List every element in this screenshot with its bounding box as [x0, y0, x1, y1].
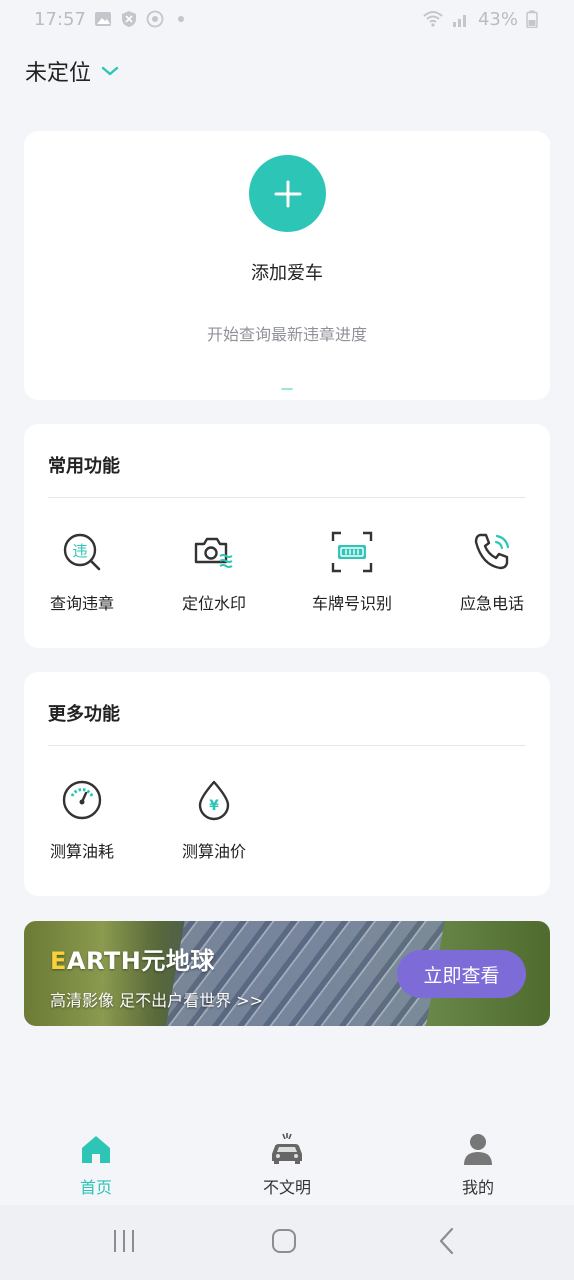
banner-title-rest: ARTH元地球 — [66, 947, 215, 975]
banner-view-button[interactable]: 立即查看 — [397, 950, 526, 998]
tab-label: 我的 — [461, 1178, 494, 1197]
notification-dot-icon — [177, 16, 184, 22]
gauge-icon — [62, 780, 102, 820]
banner-title: EARTH元地球 — [50, 941, 215, 976]
tab-uncivilized[interactable]: 不文明 — [227, 1132, 347, 1198]
tab-mine[interactable]: 我的 — [418, 1132, 538, 1198]
oil-drop-icon: ¥ — [198, 780, 230, 821]
system-nav-bar — [0, 1205, 574, 1280]
user-icon — [464, 1134, 492, 1165]
feature-fuel-price[interactable]: ¥ 测算油价 — [154, 778, 274, 862]
tab-label: 不文明 — [262, 1178, 311, 1197]
banner-title-initial: E — [50, 947, 67, 975]
common-features-title: 常用功能 — [48, 456, 120, 477]
home-button-icon[interactable] — [270, 1227, 298, 1255]
feature-location-watermark[interactable]: 定位水印 — [154, 530, 274, 614]
home-icon — [82, 1136, 110, 1163]
feature-violation-query[interactable]: 违 查询违章 — [22, 530, 142, 614]
tab-home[interactable]: 首页 — [36, 1132, 156, 1198]
shield-icon — [121, 11, 136, 27]
feature-fuel-consumption[interactable]: 测算油耗 — [22, 778, 142, 862]
plate-scan-icon — [331, 531, 373, 573]
divider — [48, 745, 526, 746]
feature-label: 查询违章 — [49, 594, 114, 613]
add-car-card: 添加爱车 开始查询最新违章进度 — [24, 131, 550, 400]
earth-banner[interactable]: EARTH元地球 高清影像 足不出户看世界 >> 立即查看 — [24, 921, 550, 1026]
camera-watermark-icon — [194, 537, 233, 568]
signal-icon — [452, 15, 466, 27]
location-selector[interactable]: 未定位 — [25, 55, 119, 87]
page-indicator — [281, 388, 293, 390]
feature-label: 车牌号识别 — [311, 594, 392, 613]
add-car-subtitle: 开始查询最新违章进度 — [206, 325, 367, 344]
violation-search-icon: 违 — [63, 533, 101, 571]
feature-plate-recognition[interactable]: 车牌号识别 — [292, 530, 412, 614]
more-features-card: 更多功能 测算油耗 ¥ 测算油价 — [24, 672, 550, 896]
chevron-down-icon — [101, 66, 119, 76]
status-left: 17:57 — [34, 9, 184, 30]
location-label: 未定位 — [25, 61, 92, 86]
banner-subtitle: 高清影像 足不出户看世界 >> — [50, 991, 263, 1010]
common-features-card: 常用功能 违 查询违章 定位水印 车牌号识别 应急电话 — [24, 424, 550, 648]
plus-icon — [274, 180, 301, 207]
feature-label: 测算油耗 — [49, 842, 114, 861]
wifi-icon — [423, 11, 443, 27]
price-badge: ¥ — [209, 798, 219, 814]
back-icon[interactable] — [434, 1227, 462, 1255]
battery-icon — [526, 10, 538, 28]
more-features-title: 更多功能 — [48, 704, 120, 725]
feature-emergency-call[interactable]: 应急电话 — [432, 530, 552, 614]
gallery-icon — [94, 12, 111, 26]
feature-label: 定位水印 — [181, 594, 246, 613]
violation-badge: 违 — [72, 542, 87, 560]
recent-apps-icon[interactable] — [110, 1227, 138, 1255]
status-time: 17:57 — [34, 8, 86, 30]
status-bar: 17:57 43% — [0, 0, 574, 38]
bottom-tab-bar: 首页 不文明 我的 — [0, 1132, 574, 1202]
divider — [48, 497, 526, 498]
feature-label: 应急电话 — [459, 594, 524, 613]
status-right: 43% — [422, 9, 538, 30]
add-car-button[interactable] — [249, 155, 326, 232]
battery-percent: 43% — [477, 8, 518, 30]
add-car-title[interactable]: 添加爱车 — [24, 259, 550, 285]
face-icon — [146, 10, 164, 28]
phone-icon — [474, 533, 510, 570]
feature-label: 测算油价 — [181, 842, 246, 861]
tab-label: 首页 — [79, 1178, 112, 1197]
car-crash-icon — [272, 1133, 302, 1164]
